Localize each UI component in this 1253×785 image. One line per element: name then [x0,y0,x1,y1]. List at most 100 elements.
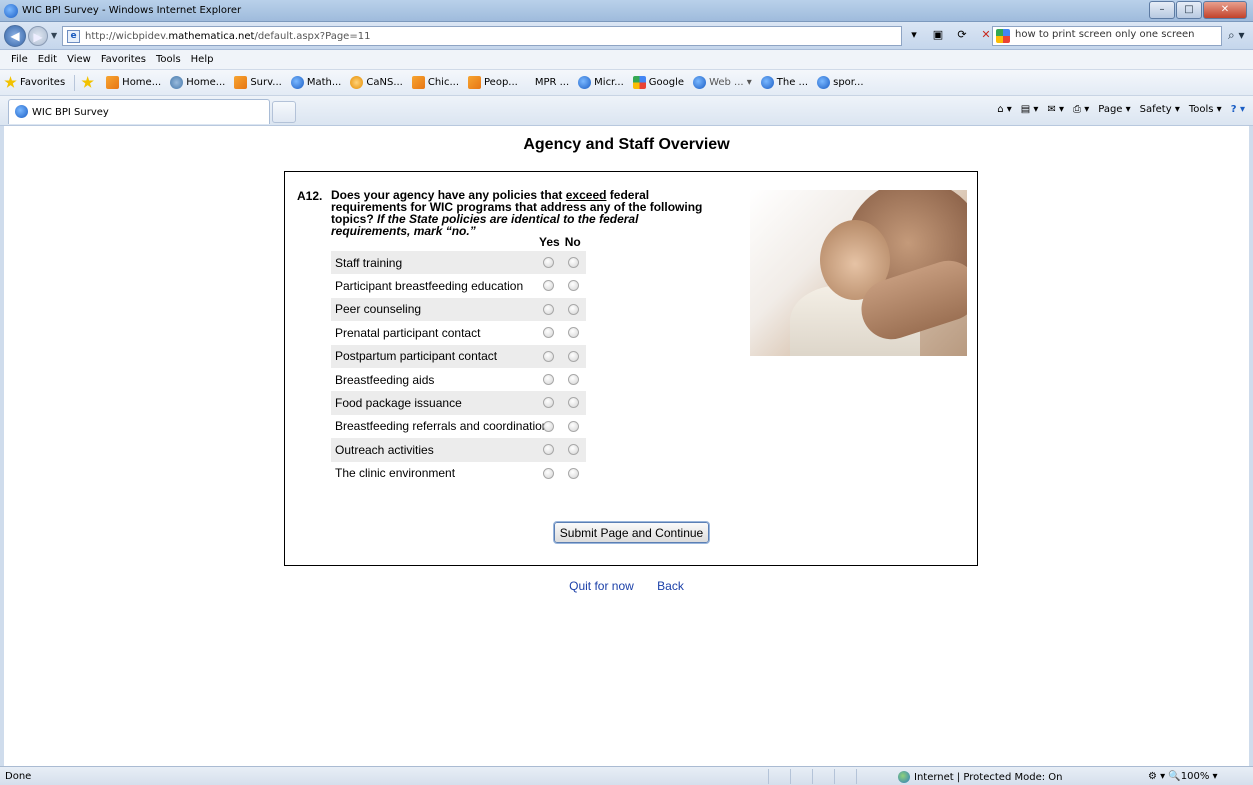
topic-label: Prenatal participant contact [335,325,481,340]
address-field[interactable]: e http://wicbpidev.mathematica.net/defau… [62,26,902,46]
no-radio[interactable] [568,397,579,409]
home-button[interactable]: ⌂ ▾ [997,104,1012,115]
favorite-link[interactable]: Surv... [234,76,282,89]
topic-label: Breastfeeding aids [335,372,435,387]
favorite-link[interactable]: Google [632,76,684,89]
menu-view[interactable]: View [62,50,96,69]
search-icon[interactable]: ⌕ ▾ [1228,28,1245,43]
yes-radio[interactable] [543,397,554,409]
page-menu[interactable]: Page ▾ [1098,104,1130,115]
favorite-link[interactable]: Web ... ▾ [693,76,752,89]
table-row: Food package issuance [331,391,586,415]
favorites-button[interactable]: Favorites [4,76,65,89]
yes-radio[interactable] [543,444,554,456]
answer-column-headers: Yes No [539,235,586,249]
back-link[interactable]: Back [657,579,684,593]
footer-links: Quit for now Back [4,579,1249,593]
ie-icon [817,76,831,89]
yes-radio[interactable] [543,420,554,432]
back-button[interactable]: ◀ [4,25,26,47]
no-radio[interactable] [568,303,579,315]
yes-radio[interactable] [543,350,554,362]
favorite-link[interactable]: Micr... [578,76,624,89]
page-content: Agency and Staff Overview A12. Does your… [0,126,1253,766]
no-radio[interactable] [568,350,579,362]
favorite-link[interactable]: MPR ... [535,77,569,88]
favorite-link[interactable]: Math... [290,76,341,89]
maximize-button[interactable]: □ [1176,1,1202,19]
submit-page-button[interactable]: Submit Page and Continue [553,521,710,544]
menu-tools[interactable]: Tools [151,50,186,69]
favorite-link[interactable]: Home... [170,76,225,89]
page-title: Agency and Staff Overview [523,136,730,153]
no-column-header: No [564,235,581,249]
google-icon [632,76,646,89]
mother-baby-photo [750,190,967,356]
new-tab-button[interactable] [272,101,296,123]
favorite-link[interactable]: Chic... [411,76,459,89]
tools-menu[interactable]: Tools ▾ [1189,104,1222,115]
address-dropdown-icon[interactable]: ▾ [906,28,922,41]
compatibility-icon[interactable]: ▣ [930,28,946,41]
ie-icon [15,105,28,118]
close-button[interactable]: ✕ [1203,1,1247,19]
home-icon [170,76,184,89]
favorite-link[interactable]: spor... [817,76,864,89]
no-radio[interactable] [568,257,579,268]
menu-bar: File Edit View Favorites Tools Help [0,50,1253,70]
status-panels [768,769,878,784]
add-favorite-icon [81,76,94,88]
ie-icon [760,76,774,89]
no-radio[interactable] [568,280,579,292]
url-text[interactable]: http://wicbpidev.mathematica.net/default… [85,31,370,42]
menu-file[interactable]: File [6,50,33,69]
favorite-link[interactable]: Peop... [468,76,518,89]
favorite-link[interactable]: Home... [106,76,161,89]
table-row: Postpartum participant contact [331,344,586,368]
favorite-link[interactable]: The ... [760,76,808,89]
no-radio[interactable] [568,444,579,456]
add-favorite-button[interactable] [81,76,97,89]
favorite-link[interactable]: CaNS... [350,76,403,89]
table-row: Outreach activities [331,438,586,462]
print-button[interactable]: ⎙ ▾ [1073,104,1089,115]
no-radio[interactable] [568,420,579,432]
search-box[interactable] [992,26,1222,46]
feeds-button[interactable]: ▤ ▾ [1021,104,1039,115]
security-zone[interactable]: Internet | Protected Mode: On [898,771,1062,783]
divider [74,74,76,91]
topic-label: Peer counseling [335,302,422,317]
minimize-button[interactable]: – [1149,1,1175,19]
menu-help[interactable]: Help [186,50,219,69]
address-tools: ▾ ▣ ⟳ ✕ [906,28,994,41]
no-radio[interactable] [568,373,579,385]
quit-link[interactable]: Quit for now [569,579,634,593]
search-input[interactable] [1015,29,1215,40]
history-dropdown-icon[interactable]: ▼ [51,31,57,40]
yes-radio[interactable] [543,327,554,339]
window-controls: – □ ✕ [1148,1,1247,19]
safety-menu[interactable]: Safety ▾ [1140,104,1180,115]
menu-favorites[interactable]: Favorites [96,50,151,69]
zoom-control[interactable]: ⚙ ▾ 🔍100% ▾ [1148,771,1218,782]
forward-button[interactable]: ▶ [28,26,48,46]
yes-radio[interactable] [543,373,554,385]
yes-radio[interactable] [543,303,554,315]
favorites-bar: Favorites Home... Home... Surv... Math..… [0,70,1253,96]
star-icon [4,76,17,88]
no-radio[interactable] [568,327,579,339]
menu-edit[interactable]: Edit [33,50,62,69]
topic-label: Food package issuance [335,396,462,411]
mail-button[interactable]: ✉ ▾ [1047,104,1064,115]
help-menu[interactable]: ? ▾ [1231,104,1245,115]
yes-radio[interactable] [543,257,554,268]
no-radio[interactable] [568,467,579,479]
survey-question-box: A12. Does your agency have any policies … [284,171,978,566]
refresh-icon[interactable]: ⟳ [954,28,970,41]
zone-text: Internet | Protected Mode: On [914,771,1063,783]
yes-radio[interactable] [543,280,554,292]
cans-icon [350,76,364,89]
tab-wic-bpi-survey[interactable]: WIC BPI Survey [8,99,270,124]
yes-radio[interactable] [543,467,554,479]
command-bar: ⌂ ▾ ▤ ▾ ✉ ▾ ⎙ ▾ Page ▾ Safety ▾ Tools ▾ … [997,104,1245,115]
